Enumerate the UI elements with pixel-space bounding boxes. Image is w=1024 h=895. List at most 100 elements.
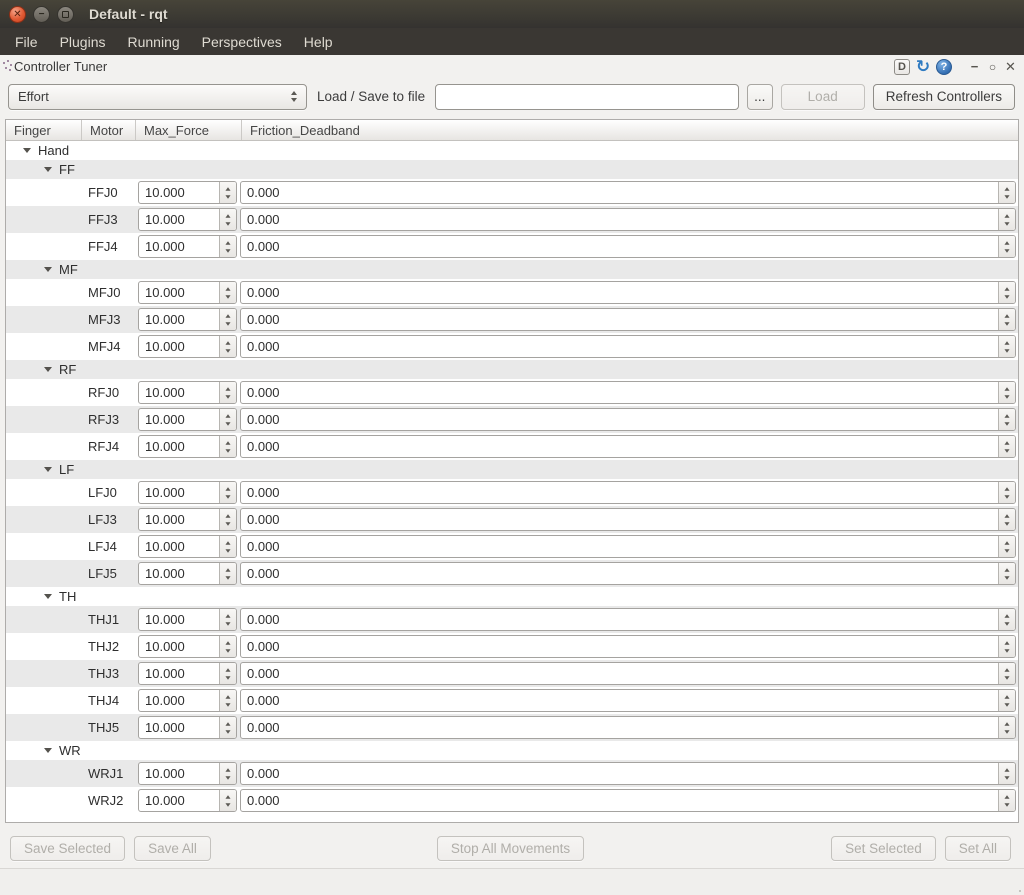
- set-all-button[interactable]: Set All: [945, 836, 1011, 861]
- spinner-buttons[interactable]: [998, 182, 1015, 203]
- spinner-buttons[interactable]: [219, 209, 236, 230]
- tree-motor-row-THJ3[interactable]: THJ310.0000.000: [6, 660, 1018, 687]
- spin-down-icon[interactable]: [1004, 295, 1009, 298]
- tree-group-row-LF[interactable]: LF: [6, 460, 1018, 479]
- max-force-spinbox[interactable]: 10.000: [138, 381, 237, 404]
- spin-down-icon[interactable]: [225, 349, 230, 352]
- browse-button[interactable]: ...: [747, 84, 773, 110]
- expander-icon[interactable]: [44, 267, 52, 272]
- max-force-spinbox[interactable]: 10.000: [138, 608, 237, 631]
- tree-motor-row-LFJ5[interactable]: LFJ510.0000.000: [6, 560, 1018, 587]
- friction-deadband-spinbox[interactable]: 0.000: [240, 789, 1016, 812]
- max-force-spinbox-value[interactable]: 10.000: [139, 336, 219, 357]
- spinner-buttons[interactable]: [998, 382, 1015, 403]
- spin-up-icon[interactable]: [1004, 387, 1009, 390]
- max-force-spinbox[interactable]: 10.000: [138, 662, 237, 685]
- spin-down-icon[interactable]: [225, 803, 230, 806]
- expander-icon[interactable]: [44, 367, 52, 372]
- spin-down-icon[interactable]: [1004, 622, 1009, 625]
- friction-deadband-spinbox-value[interactable]: 0.000: [241, 690, 998, 711]
- spin-up-icon[interactable]: [225, 695, 230, 698]
- spinner-buttons[interactable]: [219, 409, 236, 430]
- friction-deadband-spinbox-value[interactable]: 0.000: [241, 663, 998, 684]
- friction-deadband-spinbox[interactable]: 0.000: [240, 208, 1016, 231]
- spin-up-icon[interactable]: [225, 314, 230, 317]
- friction-deadband-spinbox[interactable]: 0.000: [240, 508, 1016, 531]
- spinner-buttons[interactable]: [998, 436, 1015, 457]
- max-force-spinbox-value[interactable]: 10.000: [139, 182, 219, 203]
- tree-motor-row-FFJ3[interactable]: FFJ310.0000.000: [6, 206, 1018, 233]
- max-force-spinbox[interactable]: 10.000: [138, 435, 237, 458]
- spin-down-icon[interactable]: [225, 449, 230, 452]
- friction-deadband-spinbox[interactable]: 0.000: [240, 381, 1016, 404]
- spin-down-icon[interactable]: [225, 576, 230, 579]
- spin-down-icon[interactable]: [225, 495, 230, 498]
- spin-up-icon[interactable]: [1004, 414, 1009, 417]
- max-force-spinbox-value[interactable]: 10.000: [139, 790, 219, 811]
- spinner-buttons[interactable]: [998, 236, 1015, 257]
- spinner-buttons[interactable]: [998, 282, 1015, 303]
- max-force-spinbox-value[interactable]: 10.000: [139, 509, 219, 530]
- spinner-buttons[interactable]: [219, 282, 236, 303]
- spin-down-icon[interactable]: [1004, 522, 1009, 525]
- dock-minimize-button[interactable]: −: [968, 59, 981, 75]
- spin-up-icon[interactable]: [225, 341, 230, 344]
- spin-up-icon[interactable]: [225, 768, 230, 771]
- spinner-buttons[interactable]: [998, 636, 1015, 657]
- spin-down-icon[interactable]: [1004, 422, 1009, 425]
- max-force-spinbox-value[interactable]: 10.000: [139, 436, 219, 457]
- tree-group-row-MF[interactable]: MF: [6, 260, 1018, 279]
- spinner-buttons[interactable]: [219, 609, 236, 630]
- tree-motor-row-LFJ0[interactable]: LFJ010.0000.000: [6, 479, 1018, 506]
- spin-up-icon[interactable]: [1004, 241, 1009, 244]
- file-path-input[interactable]: [435, 84, 739, 110]
- max-force-spinbox[interactable]: 10.000: [138, 235, 237, 258]
- spin-down-icon[interactable]: [225, 222, 230, 225]
- spin-down-icon[interactable]: [1004, 549, 1009, 552]
- menu-help[interactable]: Help: [293, 30, 344, 54]
- dock-help-button[interactable]: ?: [936, 59, 952, 75]
- dock-grip-icon[interactable]: [2, 60, 13, 74]
- spin-up-icon[interactable]: [225, 187, 230, 190]
- friction-deadband-spinbox[interactable]: 0.000: [240, 335, 1016, 358]
- max-force-spinbox-value[interactable]: 10.000: [139, 663, 219, 684]
- spinner-buttons[interactable]: [998, 763, 1015, 784]
- spin-down-icon[interactable]: [1004, 576, 1009, 579]
- spin-down-icon[interactable]: [1004, 249, 1009, 252]
- spin-down-icon[interactable]: [225, 703, 230, 706]
- spin-down-icon[interactable]: [225, 649, 230, 652]
- spin-down-icon[interactable]: [1004, 349, 1009, 352]
- max-force-spinbox-value[interactable]: 10.000: [139, 636, 219, 657]
- spinner-buttons[interactable]: [219, 536, 236, 557]
- spinner-buttons[interactable]: [219, 790, 236, 811]
- max-force-spinbox[interactable]: 10.000: [138, 408, 237, 431]
- spin-down-icon[interactable]: [225, 549, 230, 552]
- max-force-spinbox-value[interactable]: 10.000: [139, 536, 219, 557]
- spinner-buttons[interactable]: [998, 509, 1015, 530]
- spin-up-icon[interactable]: [225, 614, 230, 617]
- tree-motor-row-LFJ3[interactable]: LFJ310.0000.000: [6, 506, 1018, 533]
- spin-down-icon[interactable]: [225, 195, 230, 198]
- spinner-buttons[interactable]: [219, 309, 236, 330]
- spinner-buttons[interactable]: [998, 409, 1015, 430]
- friction-deadband-spinbox[interactable]: 0.000: [240, 562, 1016, 585]
- tree-group-row-TH[interactable]: TH: [6, 587, 1018, 606]
- expander-icon[interactable]: [44, 167, 52, 172]
- save-selected-button[interactable]: Save Selected: [10, 836, 125, 861]
- max-force-spinbox-value[interactable]: 10.000: [139, 763, 219, 784]
- column-header-friction-deadband[interactable]: Friction_Deadband: [242, 120, 1018, 140]
- tree-motor-row-RFJ3[interactable]: RFJ310.0000.000: [6, 406, 1018, 433]
- friction-deadband-spinbox-value[interactable]: 0.000: [241, 763, 998, 784]
- spin-up-icon[interactable]: [1004, 614, 1009, 617]
- friction-deadband-spinbox-value[interactable]: 0.000: [241, 309, 998, 330]
- spin-up-icon[interactable]: [225, 668, 230, 671]
- spin-up-icon[interactable]: [1004, 187, 1009, 190]
- spinner-buttons[interactable]: [219, 763, 236, 784]
- max-force-spinbox-value[interactable]: 10.000: [139, 690, 219, 711]
- spin-up-icon[interactable]: [225, 414, 230, 417]
- tree-group-row-Hand[interactable]: Hand: [6, 141, 1018, 160]
- tree-motor-row-FFJ4[interactable]: FFJ410.0000.000: [6, 233, 1018, 260]
- spin-up-icon[interactable]: [225, 641, 230, 644]
- friction-deadband-spinbox[interactable]: 0.000: [240, 435, 1016, 458]
- dock-float-button[interactable]: ○: [986, 59, 999, 75]
